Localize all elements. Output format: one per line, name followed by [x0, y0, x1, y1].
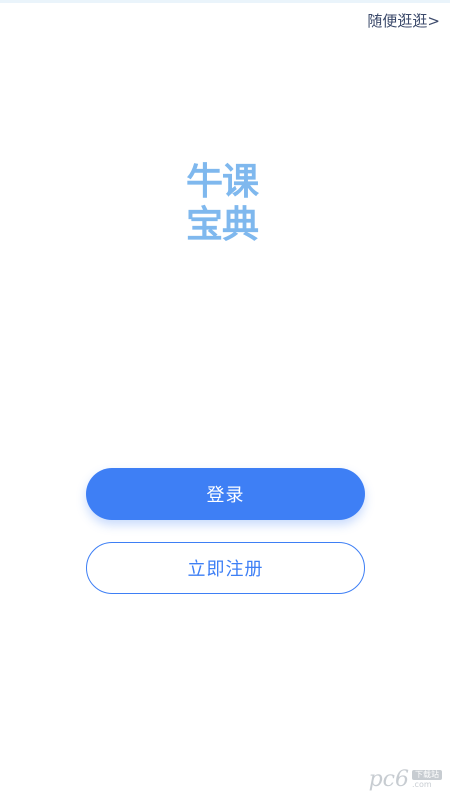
- register-button[interactable]: 立即注册: [86, 542, 365, 594]
- status-bar-strip: [0, 0, 450, 3]
- watermark-tag: 下载站 .com: [412, 770, 442, 790]
- login-button[interactable]: 登录: [86, 468, 365, 520]
- watermark-badge: 下载站: [412, 770, 442, 780]
- logo-line-1: 牛课: [186, 160, 259, 203]
- watermark-mark: pc6: [368, 767, 409, 792]
- browse-casually-link[interactable]: 随便逛逛>: [367, 11, 440, 31]
- logo-line-2: 宝典: [186, 203, 259, 246]
- watermark-logo: pc6 下载站 .com: [369, 768, 442, 792]
- app-logo: 牛课 宝典: [186, 160, 270, 246]
- watermark-domain: .com: [412, 780, 432, 789]
